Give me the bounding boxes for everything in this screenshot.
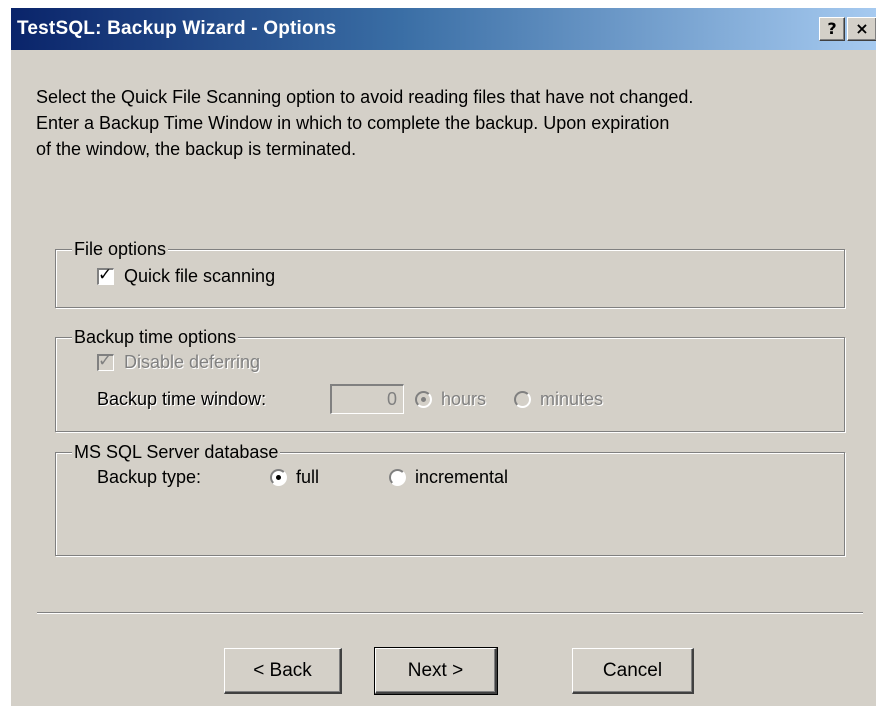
close-icon: ×	[855, 19, 869, 38]
minutes-label: minutes	[540, 389, 604, 409]
incremental-radio[interactable]	[389, 469, 406, 486]
incremental-label: incremental	[415, 467, 509, 487]
minutes-radio[interactable]	[514, 391, 531, 408]
hours-label: hours	[441, 389, 487, 409]
checkmark-icon: ✓	[98, 351, 113, 371]
next-button[interactable]: Next >	[374, 647, 498, 695]
disable-deferring-option[interactable]: ✓ Disable deferring	[97, 352, 260, 373]
file-options-legend: File options	[72, 237, 169, 261]
instructions-text: Select the Quick File Scanning option to…	[36, 84, 846, 162]
help-icon: ?	[827, 19, 837, 38]
ms-sql-server-legend: MS SQL Server database	[72, 440, 281, 464]
back-button[interactable]: < Back	[224, 648, 342, 694]
instructions-line-2: Enter a Backup Time Window in which to c…	[36, 113, 670, 133]
quick-file-scanning-option[interactable]: ✓ Quick file scanning	[97, 266, 275, 287]
hours-option[interactable]: hours	[415, 389, 486, 410]
full-label: full	[296, 467, 320, 487]
instructions-line-3: of the window, the backup is terminated.	[36, 139, 357, 159]
hours-radio[interactable]	[415, 391, 432, 408]
backup-type-label: Backup type:	[97, 467, 202, 487]
disable-deferring-label: Disable deferring	[124, 352, 261, 372]
instructions-line-1: Select the Quick File Scanning option to…	[36, 87, 694, 107]
backup-time-options-legend: Backup time options	[72, 325, 239, 349]
backup-time-window-input[interactable]: 0	[330, 384, 404, 414]
button-separator	[37, 612, 863, 614]
help-button[interactable]: ?	[819, 17, 845, 41]
disable-deferring-checkbox[interactable]: ✓	[97, 351, 114, 371]
quick-file-scanning-label: Quick file scanning	[124, 266, 276, 286]
quick-file-scanning-checkbox[interactable]: ✓	[97, 265, 114, 285]
window-title: TestSQL: Backup Wizard - Options	[17, 18, 337, 39]
full-radio[interactable]	[270, 469, 287, 486]
checkmark-icon: ✓	[98, 265, 113, 285]
backup-time-window-label: Backup time window:	[97, 389, 267, 409]
minutes-option[interactable]: minutes	[514, 389, 603, 410]
incremental-backup-option[interactable]: incremental	[389, 467, 508, 488]
cancel-button[interactable]: Cancel	[572, 648, 694, 694]
backup-wizard-dialog: TestSQL: Backup Wizard - Options ? × Sel…	[10, 8, 876, 706]
title-bar[interactable]: TestSQL: Backup Wizard - Options ? ×	[11, 8, 876, 50]
close-button[interactable]: ×	[847, 17, 876, 41]
full-backup-option[interactable]: full	[270, 467, 319, 488]
